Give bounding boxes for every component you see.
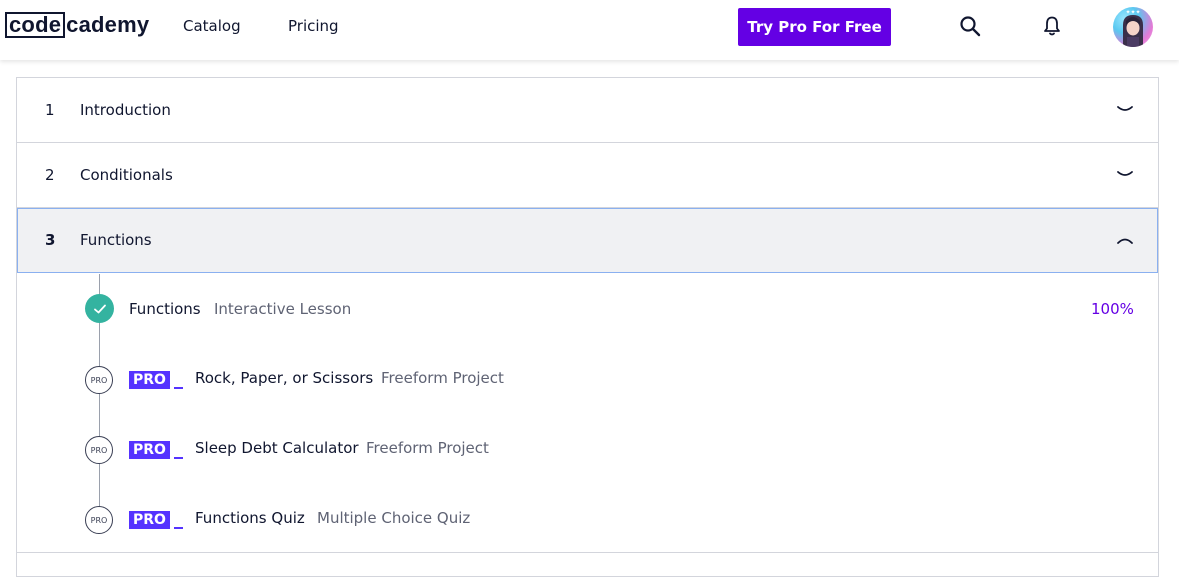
lesson-type: Freeform Project — [381, 369, 504, 387]
pro-badge-underscore — [173, 387, 183, 389]
lesson-type: Multiple Choice Quiz — [317, 509, 471, 527]
pro-lock-icon: PRO — [85, 506, 113, 534]
logo-boxed-text: code — [5, 12, 66, 38]
lesson-title[interactable]: Rock, Paper, or Scissors — [195, 369, 373, 387]
search-icon[interactable] — [958, 14, 982, 38]
pro-badge: PRO — [129, 441, 183, 459]
lesson-type: Freeform Project — [366, 439, 489, 457]
codecademy-logo[interactable]: code cademy — [5, 12, 149, 38]
module-row-introduction[interactable]: 1 Introduction — [17, 78, 1158, 143]
lesson-type: Interactive Lesson — [214, 300, 352, 318]
completed-check-icon — [85, 294, 114, 323]
chevron-up-icon[interactable] — [1116, 233, 1134, 247]
module-number: 3 — [45, 231, 56, 249]
nav-catalog-link[interactable]: Catalog — [183, 17, 241, 35]
module-title: Functions — [80, 231, 152, 249]
pro-badge-label: PRO — [129, 441, 170, 459]
pro-badge-label: PRO — [129, 511, 170, 529]
bell-icon[interactable] — [1040, 14, 1064, 38]
pro-badge: PRO — [129, 371, 183, 389]
pro-lock-icon: PRO — [85, 366, 113, 394]
lesson-progress: 100% — [1091, 300, 1134, 318]
top-navigation-bar: code cademy Catalog Pricing Try Pro For F… — [0, 0, 1179, 60]
lesson-item-rock-paper-scissors[interactable]: PRO PRO Rock, Paper, or Scissors Freefor… — [17, 343, 1158, 413]
divider — [17, 552, 1158, 553]
module-title: Introduction — [80, 101, 171, 119]
logo-rest-text: cademy — [66, 12, 150, 37]
nav-pricing-link[interactable]: Pricing — [288, 17, 339, 35]
lesson-title[interactable]: Sleep Debt Calculator — [195, 439, 359, 457]
module-title: Conditionals — [80, 166, 173, 184]
module-row-functions[interactable]: 3 Functions — [17, 208, 1158, 273]
pro-badge-label: PRO — [129, 371, 170, 389]
module-row-conditionals[interactable]: 2 Conditionals — [17, 143, 1158, 208]
lesson-item-functions[interactable]: Functions Interactive Lesson 100% — [17, 274, 1158, 344]
chevron-down-icon[interactable] — [1116, 103, 1134, 117]
user-avatar[interactable]: ✦✦✦ — [1113, 7, 1153, 47]
lesson-title[interactable]: Functions Quiz — [195, 509, 305, 527]
pro-badge: PRO — [129, 511, 183, 529]
module-number: 2 — [45, 166, 55, 184]
pro-badge-underscore — [173, 457, 183, 459]
module-number: 1 — [45, 101, 55, 119]
svg-text:✦✦✦: ✦✦✦ — [1125, 9, 1140, 16]
try-pro-button[interactable]: Try Pro For Free — [738, 8, 891, 46]
lesson-item-functions-quiz[interactable]: PRO PRO Functions Quiz Multiple Choice Q… — [17, 483, 1158, 553]
lesson-title[interactable]: Functions — [129, 300, 201, 318]
pro-badge-underscore — [173, 527, 183, 529]
chevron-down-icon[interactable] — [1116, 168, 1134, 182]
syllabus-panel: 1 Introduction 2 Conditionals 3 Function… — [16, 77, 1159, 577]
lesson-item-sleep-debt-calculator[interactable]: PRO PRO Sleep Debt Calculator Freeform P… — [17, 413, 1158, 483]
pro-lock-icon: PRO — [85, 436, 113, 464]
